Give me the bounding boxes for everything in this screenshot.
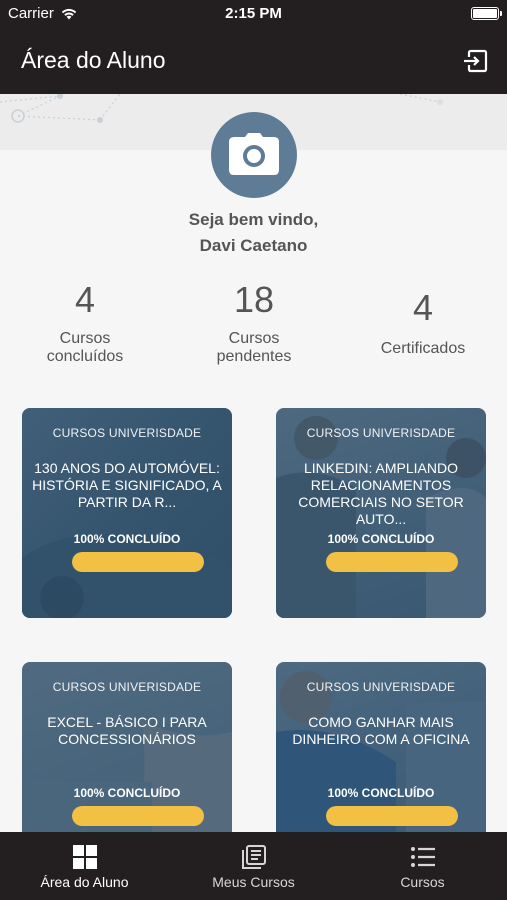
tab-label: Meus Cursos (212, 874, 295, 890)
course-category: CURSOS UNIVERISDADE (52, 426, 202, 440)
stat-label: Cursos concluídos (0, 330, 170, 366)
dashboard-icon (72, 845, 97, 869)
course-progress-label: 100% CONCLUÍDO (327, 786, 435, 800)
tab-cursos[interactable]: Cursos (338, 832, 507, 900)
camera-icon (229, 133, 279, 175)
stat-label: Cursos pendentes (169, 330, 339, 366)
page-title: Área do Aluno (21, 47, 166, 73)
user-name: Davi Caetano (199, 236, 308, 255)
tab-meus-cursos[interactable]: Meus Cursos (169, 832, 338, 900)
course-progress-label: 100% CONCLUÍDO (73, 786, 181, 800)
list-icon (410, 847, 435, 867)
stat-label: Certificados (338, 340, 507, 358)
course-progress-label: 100% CONCLUÍDO (73, 532, 181, 546)
header: Área do Aluno (0, 28, 507, 94)
course-progress-bar (326, 552, 458, 572)
course-category: CURSOS UNIVERISDADE (306, 426, 456, 440)
stat-label-line: Cursos (59, 330, 111, 347)
tab-area-do-aluno[interactable]: Área do Aluno (0, 832, 169, 900)
stat-label-line: Cursos (228, 330, 280, 347)
library-icon (241, 845, 266, 869)
course-progress-bar (72, 806, 204, 826)
tab-label: Cursos (400, 874, 445, 890)
stat-certificates: 4 Certificados (338, 290, 507, 358)
course-category: CURSOS UNIVERISDADE (52, 680, 202, 694)
course-card[interactable]: CURSOS UNIVERISDADE 130 ANOS DO AUTOMÓVE… (22, 408, 232, 618)
welcome-text: Seja bem vindo, (188, 210, 319, 229)
stat-value: 4 (412, 287, 434, 328)
stat-completed-courses: 4 Cursos concluídos (0, 282, 170, 366)
logout-icon[interactable] (461, 46, 491, 76)
course-title: COMO GANHAR MAIS DINHEIRO COM A OFICINA (292, 714, 470, 747)
stat-label-line: Certificados (380, 340, 466, 357)
stat-value: 18 (233, 279, 275, 320)
course-card[interactable]: CURSOS UNIVERISDADE LINKEDIN: AMPLIANDO … (276, 408, 486, 618)
course-title: EXCEL - BÁSICO I PARA CONCESSIONÁRIOS (47, 714, 207, 747)
clock: 2:15 PM (225, 5, 282, 22)
stat-label-line: concluídos (46, 348, 124, 365)
course-title: LINKEDIN: AMPLIANDO RELACIONAMENTOS COME… (298, 460, 464, 527)
tab-bar: Área do Aluno Meus Cursos Cursos (0, 832, 507, 900)
course-category: CURSOS UNIVERISDADE (306, 680, 456, 694)
stat-pending-courses: 18 Cursos pendentes (169, 282, 339, 366)
tab-label: Área do Aluno (40, 874, 129, 890)
avatar[interactable] (211, 112, 297, 198)
course-progress-label: 100% CONCLUÍDO (327, 532, 435, 546)
course-title: 130 ANOS DO AUTOMÓVEL: HISTÓRIA E SIGNIF… (32, 460, 222, 510)
stat-label-line: pendentes (216, 348, 292, 365)
course-progress-bar (72, 552, 204, 572)
status-bar: Carrier 2:15 PM (0, 0, 507, 28)
stat-value: 4 (74, 279, 96, 320)
battery-icon (471, 7, 502, 20)
course-progress-bar (326, 806, 458, 826)
